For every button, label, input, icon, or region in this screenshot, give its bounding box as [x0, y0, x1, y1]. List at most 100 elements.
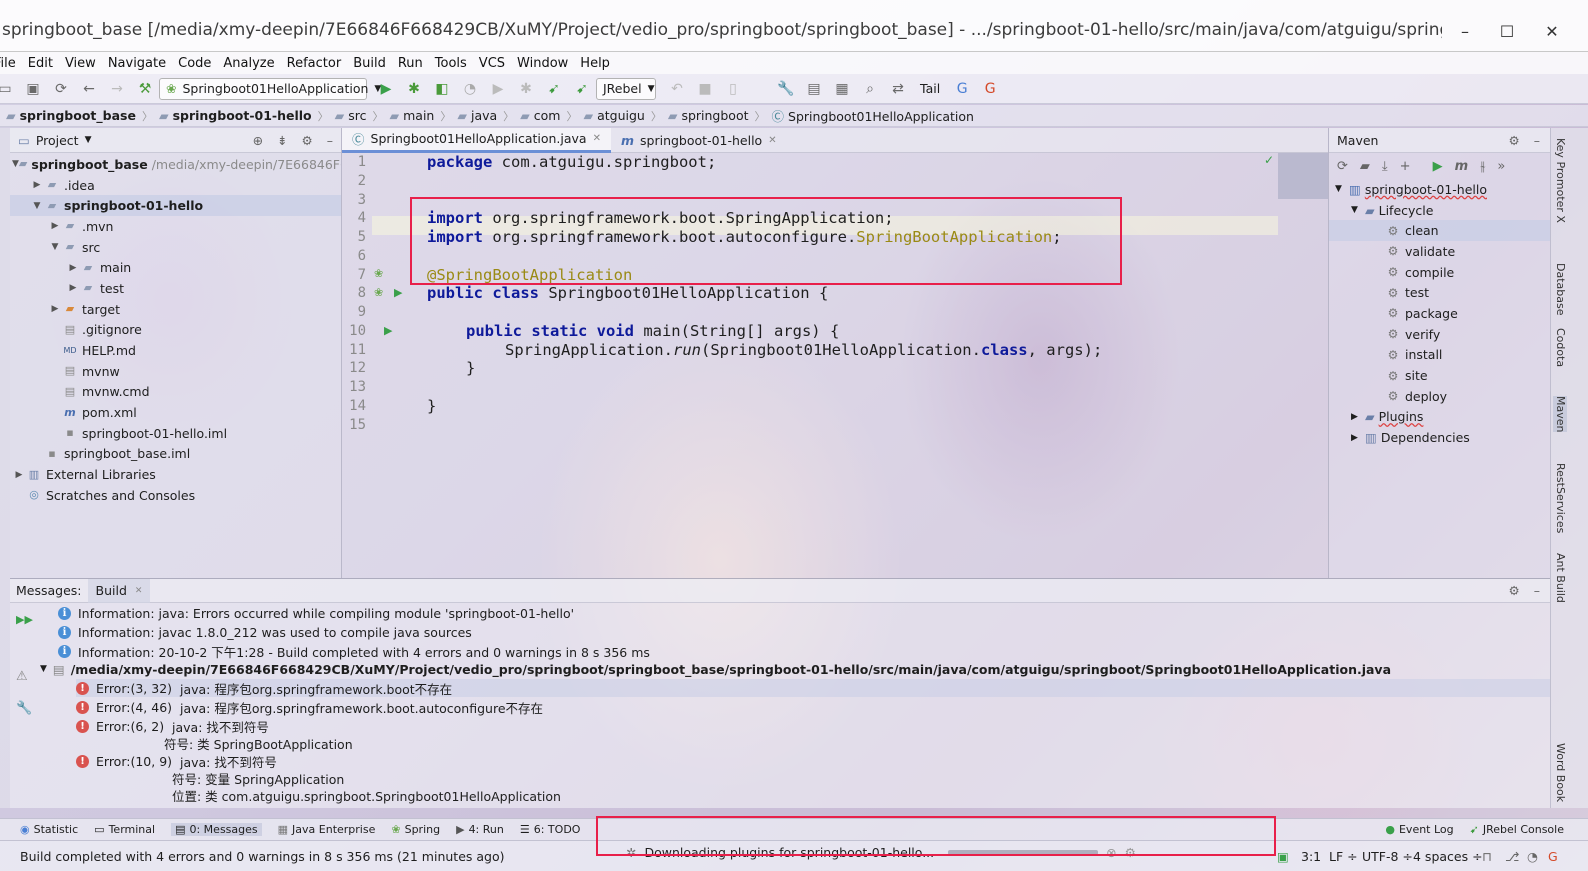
tab-spring[interactable]: ❀ Spring [391, 823, 440, 836]
tool-tab-restservices[interactable]: RestServices [1553, 463, 1567, 533]
breadcrumb-item[interactable]: ▰ atguigu [583, 108, 644, 123]
menu-edit[interactable]: Edit [28, 56, 53, 71]
translate-icon[interactable]: ⇄ [889, 80, 907, 98]
breadcrumb-item[interactable]: ▰ src [335, 108, 367, 123]
maven-goal-clean[interactable]: ⚙ clean [1329, 220, 1550, 242]
device-icon[interactable]: ▯ [724, 80, 742, 98]
hide-icon[interactable]: – [1534, 583, 1540, 598]
back-arrow-icon[interactable]: ← [80, 80, 98, 98]
generate-sources-icon[interactable]: ▰ [1360, 159, 1370, 174]
save-icon[interactable]: ▣ [24, 80, 42, 98]
tree-item[interactable]: ▶ ▰ .mvn [10, 216, 341, 237]
tree-item[interactable]: ▼ ▰ springboot_base /media/xmy-deepin/7E6… [10, 154, 341, 175]
maven-lifecycle-item[interactable]: ▼ ▰ Lifecycle [1329, 200, 1550, 221]
menu-run[interactable]: Run [398, 56, 423, 71]
tree-item[interactable]: ▶ ▰ main [10, 257, 341, 278]
tree-item[interactable]: ▤ .gitignore [10, 320, 341, 341]
download-icon[interactable]: ⤓ [1382, 159, 1388, 174]
coverage-icon[interactable]: ◧ [433, 80, 451, 98]
project-structure-icon[interactable]: ▤ [805, 80, 823, 98]
collapse-all-icon[interactable]: ⇟ [277, 133, 287, 148]
run-icon[interactable]: ▶ [1433, 159, 1443, 174]
tree-item[interactable]: ▪ springboot-01-hello.iml [10, 423, 341, 444]
tab-todo[interactable]: ☰ 6: TODO [520, 823, 581, 836]
maven-dependencies-item[interactable]: ▶ ▥ Dependencies [1329, 427, 1550, 448]
chevron-down-icon[interactable]: ▼ [85, 135, 92, 145]
close-icon[interactable]: ✕ [135, 586, 143, 596]
project-panel-title[interactable]: Project [36, 133, 79, 148]
tab-java-enterprise[interactable]: ▦ Java Enterprise [278, 823, 376, 836]
caret-position[interactable]: 3:1 [1301, 849, 1321, 864]
tab-jrebel-console[interactable]: ➹ JRebel Console [1470, 823, 1564, 836]
debug-bug-icon[interactable]: ✱ [405, 80, 423, 98]
error-line[interactable]: ! Error:(10, 9) java: 找不到符号 [76, 752, 277, 770]
tool-tab-word-book[interactable]: Word Book [1553, 743, 1567, 802]
breadcrumb-item[interactable]: ▰ springboot_base [6, 108, 136, 123]
add-icon[interactable]: + [1400, 159, 1411, 174]
profile-icon[interactable]: ◔ [461, 80, 479, 98]
minimap[interactable] [1278, 153, 1328, 199]
sync-icon[interactable]: ⟳ [52, 80, 70, 98]
gear-icon[interactable]: ⚙ [302, 133, 313, 148]
message-line[interactable]: i Information: javac 1.8.0_212 was used t… [58, 623, 472, 641]
google-icon[interactable]: G [1548, 849, 1558, 864]
maximize-button[interactable]: ☐ [1495, 20, 1519, 44]
maven-plugins-item[interactable]: ▶ ▰ Plugins [1329, 407, 1550, 428]
minimize-button[interactable]: – [1453, 20, 1477, 44]
breadcrumb-item[interactable]: ▰ springboot-01-hello [159, 108, 312, 123]
error-line[interactable]: ! Error:(6, 2) java: 找不到符号 [76, 717, 269, 735]
open-folder-icon[interactable]: ▭ [0, 80, 14, 98]
tool-tab-ant-build[interactable]: Ant Build [1553, 553, 1567, 603]
tree-item[interactable]: ▶ ▰ .idea [10, 175, 341, 196]
jrebel-select[interactable]: JRebel ▼ [596, 77, 656, 100]
run-gutter-icon[interactable]: ▶ [384, 324, 392, 337]
breadcrumb-item[interactable]: ▰ java [457, 108, 497, 123]
breadcrumb-item[interactable]: ▰ com [520, 108, 560, 123]
menu-file[interactable]: File [0, 56, 16, 71]
tab-event-log[interactable]: ● Event Log [1385, 823, 1453, 836]
jrebel-run-icon[interactable]: ➹ [545, 80, 563, 98]
maven-goal-test[interactable]: ⚙ test [1329, 282, 1550, 303]
tool-tab-key-promoter[interactable]: Key Promoter X [1553, 138, 1567, 223]
breadcrumb-item[interactable]: ▰ springboot [668, 108, 749, 123]
close-icon[interactable]: ✕ [768, 135, 776, 146]
google-translate-alt-icon[interactable]: G [981, 80, 999, 98]
run-gutter-icon[interactable]: ▶ [394, 286, 402, 299]
message-file-path[interactable]: ▼ ▤/media/xmy-deepin/7E66846F668429CB/XuM… [40, 660, 1391, 678]
toggle-offline-icon[interactable]: ⫳ [1480, 159, 1485, 174]
breadcrumb-item[interactable]: Ⓒ Springboot01HelloApplication [772, 106, 974, 125]
tree-item[interactable]: ▤ mvnw [10, 361, 341, 382]
undo-icon[interactable]: ↶ [668, 80, 686, 98]
tab-terminal[interactable]: ▭ Terminal [94, 823, 155, 836]
maven-goal-icon[interactable]: m [1455, 159, 1469, 174]
menu-view[interactable]: View [65, 56, 96, 71]
tab-messages[interactable]: ▤ 0: Messages [171, 823, 262, 836]
forward-arrow-icon[interactable]: → [108, 80, 126, 98]
maven-goal-deploy[interactable]: ⚙ deploy [1329, 386, 1550, 407]
menu-vcs[interactable]: VCS [479, 56, 505, 71]
lock-icon[interactable]: ⊓ [1482, 849, 1492, 864]
breadcrumb-item[interactable]: ▰ main [390, 108, 435, 123]
code-area[interactable]: 1 2 3 4 5 6 7 8 9 10 11 12 13 14 15 ❀ ❀ … [342, 153, 1328, 578]
tail-button[interactable]: Tail [920, 81, 940, 96]
error-line[interactable]: ! Error:(4, 46) java: 程序包org.springframew… [76, 698, 543, 716]
tree-item[interactable]: ▼ ▰ src [10, 237, 341, 258]
tab-springboot01helloapplication[interactable]: Ⓒ Springboot01HelloApplication.java ✕ [342, 127, 611, 153]
rerun-icon[interactable]: ▶▶ [16, 613, 33, 626]
warning-filter-icon[interactable]: ⚠ [16, 669, 28, 684]
layout-icon[interactable]: ▦ [833, 80, 851, 98]
hide-icon[interactable]: – [1534, 133, 1540, 148]
tree-item[interactable]: ▤ mvnw.cmd [10, 382, 341, 403]
search-icon[interactable]: ⌕ [861, 80, 879, 98]
tool-tab-codota[interactable]: Codota [1553, 328, 1567, 367]
gear-icon[interactable]: ⚙ [1509, 133, 1520, 148]
tree-item[interactable]: ◎ Scratches and Consoles [10, 485, 341, 506]
tool-tab-database[interactable]: Database [1553, 263, 1567, 316]
jrebel-debug-icon[interactable]: ➹ [573, 80, 591, 98]
inspector-icon[interactable]: ◔ [1527, 849, 1538, 864]
status-message[interactable]: Build completed with 4 errors and 0 warn… [20, 849, 505, 864]
tree-item[interactable]: ▶ ▥ External Libraries [10, 464, 341, 485]
maven-goal-verify[interactable]: ⚙ verify [1329, 324, 1550, 345]
more-icon[interactable]: » [1497, 159, 1505, 174]
menu-window[interactable]: Window [517, 56, 568, 71]
